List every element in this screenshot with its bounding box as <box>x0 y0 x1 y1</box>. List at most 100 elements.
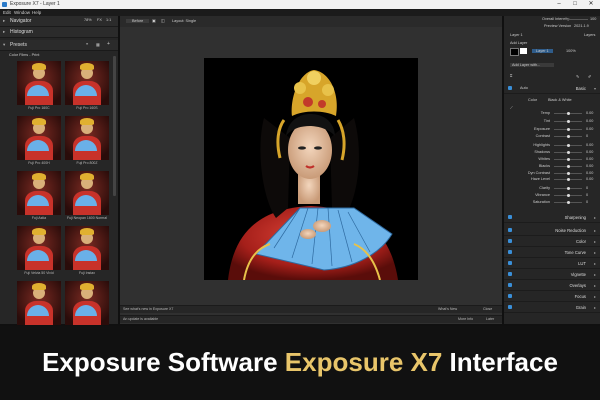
slider-label: Shadows <box>534 150 550 154</box>
menu-edit[interactable]: Edit <box>3 10 11 15</box>
slider-label: Vibrance <box>535 193 550 197</box>
close-button[interactable]: ✕ <box>584 0 598 9</box>
menu-help[interactable]: Help <box>32 10 41 15</box>
slider-value[interactable]: 0.00 <box>586 127 593 131</box>
slider-value[interactable]: 0.00 <box>586 177 593 181</box>
histogram-header[interactable]: ▸ Histogram <box>0 27 118 38</box>
section-enable-checkbox[interactable] <box>508 294 512 298</box>
before-button[interactable]: Before <box>126 19 150 23</box>
layout-select[interactable]: Layout: Single <box>172 19 196 23</box>
add-layer-button[interactable]: Add Layer <box>510 41 527 45</box>
section-enable-checkbox[interactable] <box>508 228 512 232</box>
section-header[interactable]: Sharpening ▸ <box>504 213 600 223</box>
slider-knob[interactable] <box>567 144 570 147</box>
section-enable-checkbox[interactable] <box>508 272 512 276</box>
nav-zoom-78[interactable]: 78% <box>84 18 92 22</box>
pen-icon[interactable]: ✐ <box>588 74 591 79</box>
overall-intensity-slider[interactable] <box>564 19 588 20</box>
slider-knob[interactable] <box>567 112 570 115</box>
section-header[interactable]: Color ▸ <box>504 237 600 247</box>
preset-thumbnail[interactable] <box>65 281 109 325</box>
section-header[interactable]: Noise Reduction ▸ <box>504 226 600 236</box>
section-header[interactable]: LUT ▸ <box>504 259 600 269</box>
slider-knob[interactable] <box>567 135 570 138</box>
preset-thumbnail[interactable] <box>65 61 109 105</box>
preset-thumbnail[interactable] <box>65 116 109 160</box>
maximize-button[interactable]: □ <box>568 0 582 9</box>
close-link[interactable]: Close <box>483 307 492 311</box>
section-enable-checkbox[interactable] <box>508 261 512 265</box>
nav-zoom-fx[interactable]: FX <box>97 18 102 22</box>
slider-knob[interactable] <box>567 172 570 175</box>
slider-value[interactable]: 0 <box>586 134 588 138</box>
layer-opacity[interactable]: 100% <box>566 49 576 53</box>
slider-knob[interactable] <box>567 120 570 123</box>
add-layer-with-select[interactable]: Add Layer with... <box>510 63 555 67</box>
list-view-icon[interactable]: ≡ <box>86 42 88 46</box>
navigator-header[interactable]: ▸ Navigator 78% FX 1:1 <box>0 16 118 27</box>
add-preset-icon[interactable]: + <box>107 41 110 47</box>
slider-knob[interactable] <box>567 201 570 204</box>
preset-group-label[interactable]: Color Films - Print <box>9 53 39 57</box>
slider-knob[interactable] <box>567 158 570 161</box>
compare-icon[interactable]: ▣ <box>152 18 156 23</box>
section-header[interactable]: Grain ▸ <box>504 303 600 313</box>
slider-knob[interactable] <box>567 151 570 154</box>
preset-thumbnail[interactable] <box>17 281 61 325</box>
bw-mode-option[interactable]: Black & White <box>548 98 572 102</box>
preset-thumbnail[interactable] <box>17 226 61 270</box>
slider-value[interactable]: 0.00 <box>586 171 593 175</box>
layer-thumbnail[interactable] <box>510 48 519 56</box>
auto-button[interactable]: Auto <box>520 86 528 90</box>
crop-icon[interactable]: ⌗ <box>510 74 512 78</box>
slider-value[interactable]: 0 <box>586 186 588 190</box>
preset-thumbnail[interactable] <box>65 226 109 270</box>
slider-value[interactable]: 0 <box>586 193 588 197</box>
eyedropper-icon[interactable]: ⟋ <box>510 106 513 110</box>
section-enable-checkbox[interactable] <box>508 283 512 287</box>
minimize-button[interactable]: – <box>552 0 566 9</box>
slider-knob[interactable] <box>567 178 570 181</box>
section-header[interactable]: Overlays ▸ <box>504 281 600 291</box>
section-header[interactable]: Tone Curve ▸ <box>504 248 600 258</box>
left-scrollbar[interactable] <box>113 56 116 196</box>
more-info-link[interactable]: More Info <box>458 317 473 321</box>
split-view-icon[interactable]: ◫ <box>161 18 165 23</box>
menu-window[interactable]: Window <box>14 10 30 15</box>
slider-value[interactable]: 0 <box>586 200 588 204</box>
slider-knob[interactable] <box>567 128 570 131</box>
whats-new-link[interactable]: What's New <box>438 307 457 311</box>
section-header[interactable]: Focus ▸ <box>504 292 600 302</box>
color-mode-option[interactable]: Color <box>528 98 537 102</box>
brush-icon[interactable]: ✎ <box>576 74 579 79</box>
section-enable-checkbox[interactable] <box>508 215 512 219</box>
basic-enable-checkbox[interactable] <box>508 86 512 90</box>
presets-header[interactable]: ▾ Presets ≡ ▦ + <box>0 40 118 51</box>
grid-view-icon[interactable]: ▦ <box>96 42 100 47</box>
section-header[interactable]: Vignette ▸ <box>504 270 600 280</box>
preview-version-select[interactable]: 2021.1.9 <box>574 24 589 28</box>
slider-value[interactable]: 0.00 <box>586 164 593 168</box>
chevron-down-icon: ▾ <box>593 86 596 91</box>
preset-thumbnail[interactable] <box>17 171 61 215</box>
section-enable-checkbox[interactable] <box>508 239 512 243</box>
basic-section-header[interactable]: Auto Basic ▾ <box>504 84 600 94</box>
slider-value[interactable]: 0.00 <box>586 143 593 147</box>
slider-knob[interactable] <box>567 165 570 168</box>
nav-zoom-1to1[interactable]: 1:1 <box>106 18 111 22</box>
preset-thumbnail[interactable] <box>17 116 61 160</box>
slider-value[interactable]: 0.00 <box>586 150 593 154</box>
section-enable-checkbox[interactable] <box>508 305 512 309</box>
preset-thumbnail[interactable] <box>65 171 109 215</box>
slider-value[interactable]: 0.00 <box>586 157 593 161</box>
slider-knob[interactable] <box>567 194 570 197</box>
preset-thumbnail[interactable] <box>17 61 61 105</box>
section-enable-checkbox[interactable] <box>508 250 512 254</box>
preset-label: Fuji Astia <box>31 216 47 220</box>
layer-name[interactable]: Layer 1 <box>532 49 553 53</box>
slider-value[interactable]: 0.00 <box>586 111 593 115</box>
slider-value[interactable]: 0.00 <box>586 119 593 123</box>
layer-mask-thumbnail[interactable] <box>520 48 527 54</box>
slider-knob[interactable] <box>567 187 570 190</box>
later-link[interactable]: Later <box>486 317 494 321</box>
